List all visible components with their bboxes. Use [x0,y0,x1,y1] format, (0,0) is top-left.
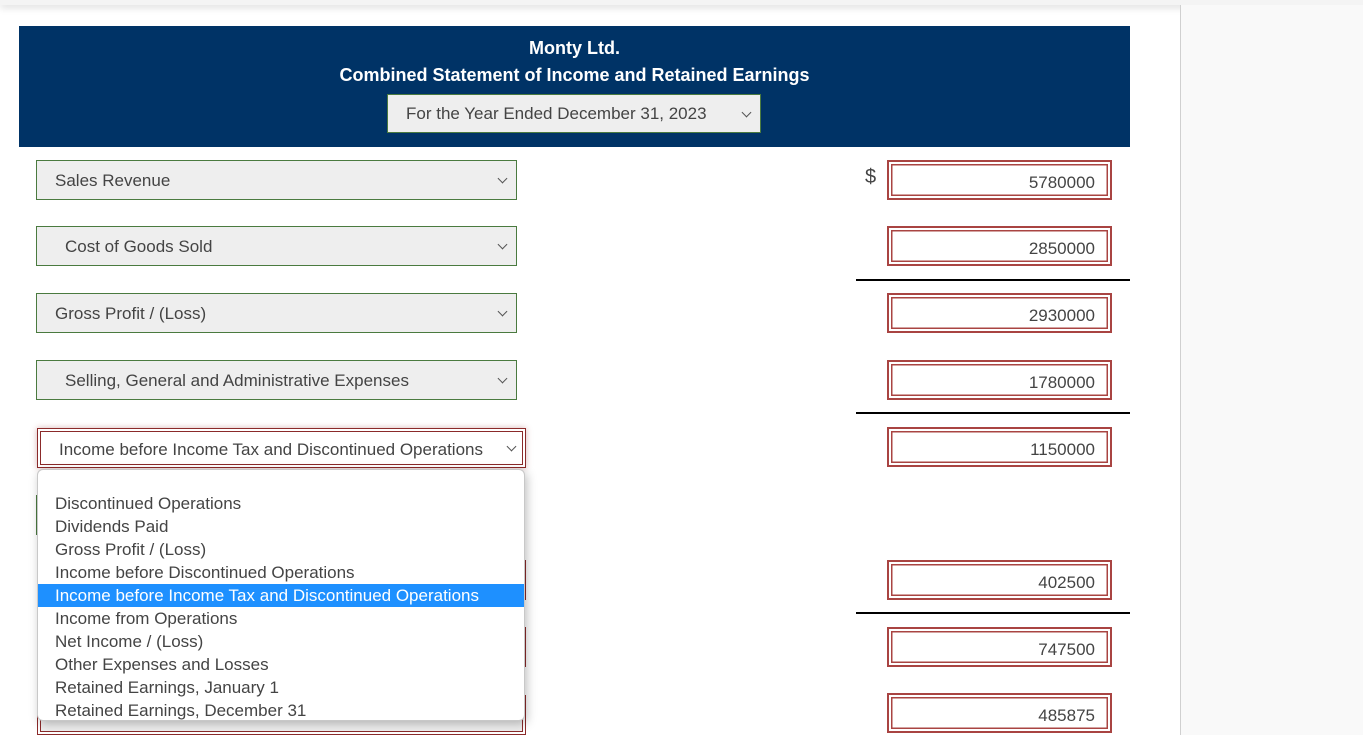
subtotal-rule [856,412,1130,414]
amount-input-6[interactable]: 402500 [887,560,1112,600]
top-bar [0,0,1363,5]
account-dropdown-list[interactable]: Discontinued Operations Dividends Paid G… [37,469,525,721]
chevron-down-icon [506,441,517,452]
account-select-value: Income before Income Tax and Discontinue… [59,440,483,459]
subtotal-rule [856,279,1130,281]
account-select-value: Selling, General and Administrative Expe… [65,371,409,390]
dropdown-option[interactable]: Gross Profit / (Loss) [38,538,524,561]
account-select-5[interactable]: Income before Income Tax and Discontinue… [37,428,526,468]
account-select-value: Gross Profit / (Loss) [55,304,207,323]
period-select[interactable]: For the Year Ended December 31, 2023 [387,94,761,133]
period-select-value: For the Year Ended December 31, 2023 [406,104,707,123]
chevron-down-icon [497,239,508,250]
dropdown-option[interactable]: Dividends Paid [38,515,524,538]
dropdown-option[interactable]: Net Income / (Loss) [38,630,524,653]
chevron-down-icon [497,306,508,317]
chevron-down-icon [497,373,508,384]
account-select-1[interactable]: Sales Revenue [36,160,517,200]
amount-input-8[interactable]: 485875 [887,693,1112,733]
chevron-down-icon [497,173,508,184]
dropdown-option-selected[interactable]: Income before Income Tax and Discontinue… [38,584,524,607]
account-select-2[interactable]: Cost of Goods Sold [36,226,517,266]
chevron-down-icon [741,107,752,117]
right-panel [1180,5,1363,735]
dropdown-option[interactable]: Income from Operations [38,607,524,630]
amount-input-3[interactable]: 2930000 [887,293,1112,333]
dropdown-option[interactable]: Discontinued Operations [38,492,524,515]
dropdown-option[interactable]: Income before Discontinued Operations [38,561,524,584]
dropdown-option[interactable]: Other Expenses and Losses [38,653,524,676]
amount-input-7[interactable]: 747500 [887,627,1112,667]
account-select-3[interactable]: Gross Profit / (Loss) [36,293,517,333]
account-select-4[interactable]: Selling, General and Administrative Expe… [36,360,517,400]
account-select-value: Cost of Goods Sold [65,237,213,256]
statement-title: Combined Statement of Income and Retaine… [339,65,810,85]
company-name: Monty Ltd. [529,38,620,58]
amount-input-2[interactable]: 2850000 [887,226,1112,266]
currency-symbol: $ [865,166,877,188]
subtotal-rule [856,612,1130,614]
dropdown-option[interactable]: Retained Earnings, December 31 [38,699,524,720]
account-select-value: Sales Revenue [55,171,171,190]
dropdown-option[interactable]: Retained Earnings, January 1 [38,676,524,699]
statement-header: Monty Ltd. Combined Statement of Income … [19,26,1130,147]
amount-input-5[interactable]: 1150000 [887,427,1112,467]
amount-input-1[interactable]: 5780000 [887,160,1112,200]
amount-input-4[interactable]: 1780000 [887,360,1112,400]
